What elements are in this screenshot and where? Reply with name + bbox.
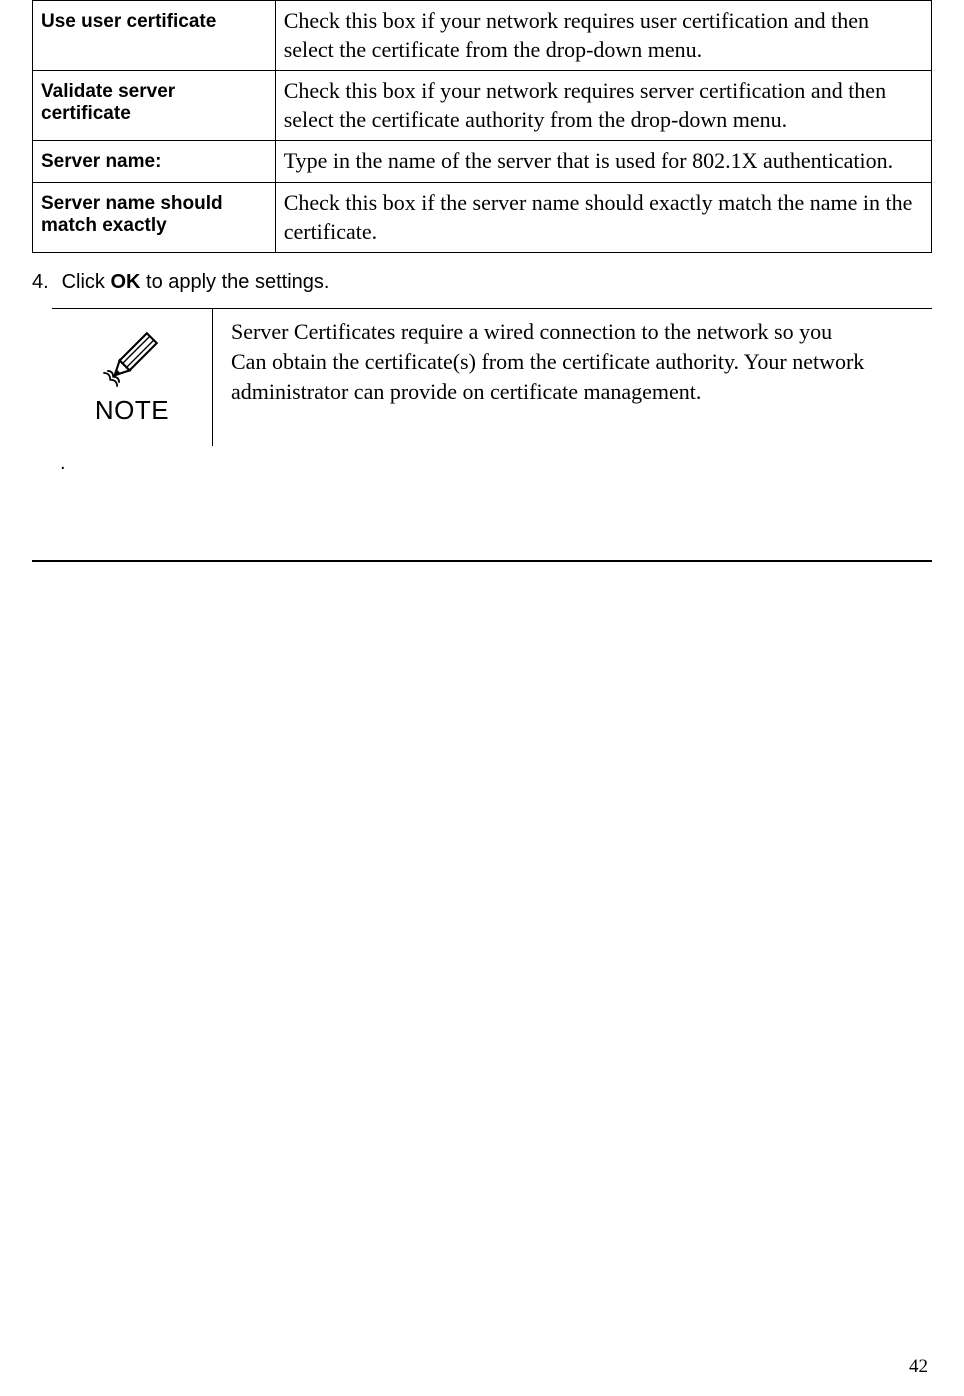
note-block: NOTE Server Certificates require a wired…: [52, 308, 932, 446]
setting-label: Use user certificate: [33, 1, 276, 71]
document-page: Use user certificate Check this box if y…: [0, 0, 964, 1396]
settings-table: Use user certificate Check this box if y…: [32, 0, 932, 253]
table-row: Use user certificate Check this box if y…: [33, 1, 932, 71]
table-row: Validate server certificate Check this b…: [33, 71, 932, 141]
note-line1: Server Certificates require a wired conn…: [231, 319, 832, 344]
setting-description: Check this box if the server name should…: [275, 182, 931, 252]
setting-description: Check this box if your network requires …: [275, 71, 931, 141]
step-text-suffix: to apply the settings.: [140, 271, 329, 293]
note-line2: Can obtain the certificate(s) from the c…: [231, 349, 864, 404]
instruction-step: 4. Click OK to apply the settings.: [32, 271, 932, 294]
setting-label: Server name should match exactly: [33, 182, 276, 252]
setting-label: Validate server certificate: [33, 71, 276, 141]
setting-description: Check this box if your network requires …: [275, 1, 931, 71]
section-divider: [32, 560, 932, 562]
trailing-dot: .: [60, 452, 932, 475]
note-icon-cell: NOTE: [52, 309, 213, 446]
note-label: NOTE: [95, 395, 169, 426]
note-text: Server Certificates require a wired conn…: [213, 309, 932, 414]
table-row: Server name: Type in the name of the ser…: [33, 141, 932, 183]
setting-description: Type in the name of the server that is u…: [275, 141, 931, 183]
step-text-prefix: Click: [62, 271, 111, 293]
pencil-note-icon: [97, 323, 167, 393]
table-row: Server name should match exactly Check t…: [33, 182, 932, 252]
setting-label: Server name:: [33, 141, 276, 183]
step-number: 4.: [32, 271, 56, 294]
step-text-bold: OK: [110, 271, 140, 293]
page-number: 42: [909, 1356, 928, 1378]
